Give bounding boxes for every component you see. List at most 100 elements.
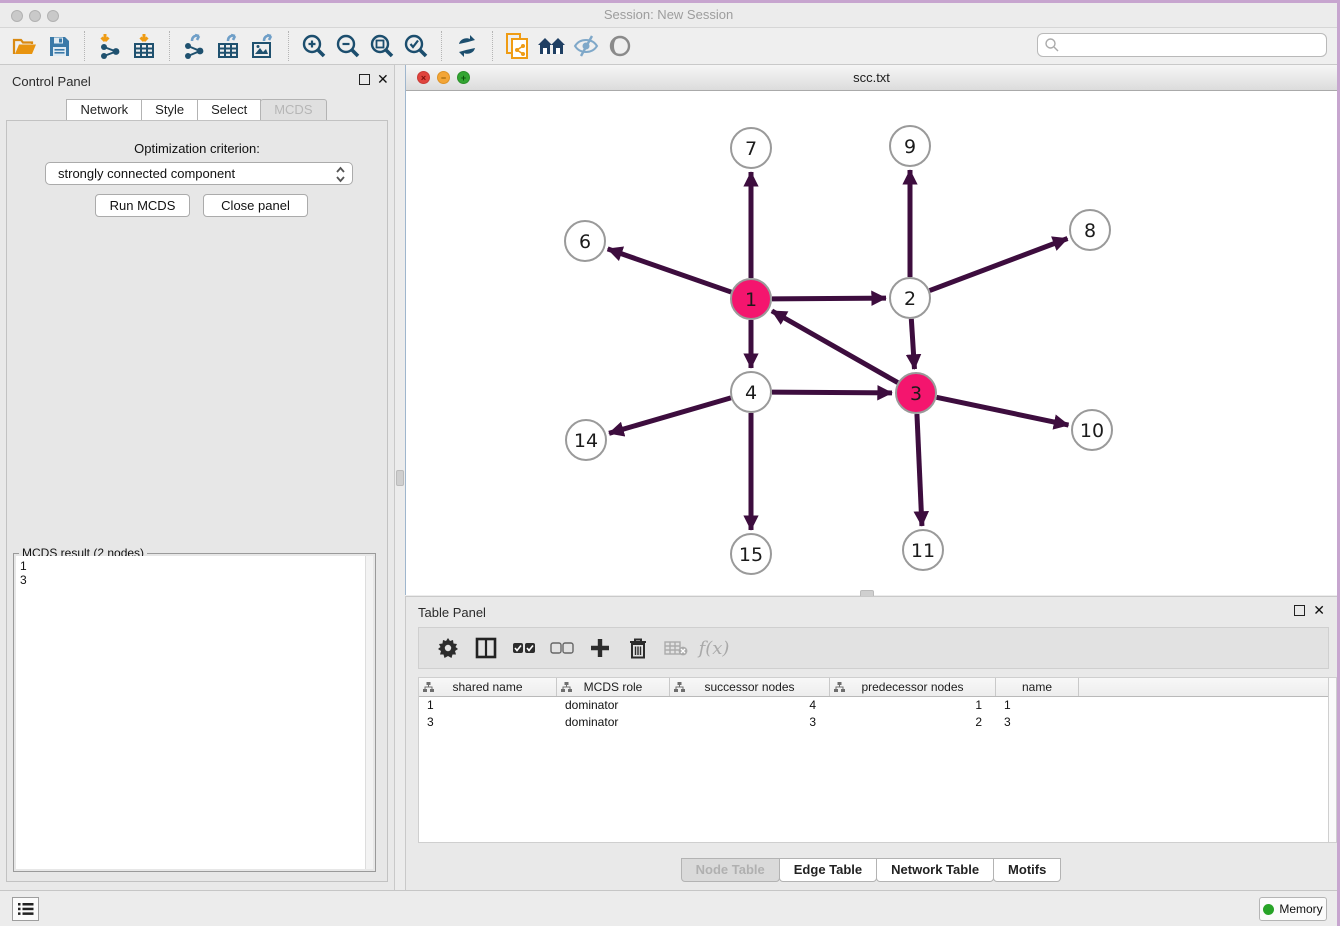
vertical-splitter-handle[interactable]	[396, 470, 404, 486]
table-row[interactable]: 1dominator411	[419, 697, 1328, 714]
node-11[interactable]: 11	[903, 530, 943, 570]
mcds-result-text[interactable]: 1 3	[16, 556, 365, 869]
show-column-panel-button[interactable]	[467, 631, 505, 665]
export-table-button[interactable]	[212, 31, 246, 61]
node-8[interactable]: 8	[1070, 210, 1110, 250]
search-input[interactable]	[1037, 33, 1327, 57]
add-column-button[interactable]	[581, 631, 619, 665]
zoom-fit-button[interactable]	[365, 31, 399, 61]
float-panel-icon[interactable]	[359, 74, 370, 85]
node-label: 10	[1080, 420, 1104, 442]
memory-button[interactable]: Memory	[1259, 897, 1327, 921]
column-header-successor-nodes[interactable]: successor nodes	[670, 678, 830, 696]
edge-2-8[interactable]	[930, 238, 1068, 290]
tab-edge-table[interactable]: Edge Table	[779, 858, 877, 882]
node-15[interactable]: 15	[731, 534, 771, 574]
node-7[interactable]: 7	[731, 128, 771, 168]
edge-3-1[interactable]	[772, 311, 898, 383]
export-image-button[interactable]	[246, 31, 280, 61]
select-all-columns-button[interactable]	[505, 631, 543, 665]
refresh-button[interactable]	[450, 31, 484, 61]
node-14[interactable]: 14	[566, 420, 606, 460]
close-table-panel-icon[interactable]: ✕	[1313, 602, 1325, 619]
node-1[interactable]: 1	[731, 279, 771, 319]
toolbar-separator	[288, 31, 289, 61]
control-panel: Control Panel ✕ NetworkStyleSelectMCDS O…	[0, 65, 395, 890]
column-header-predecessor-nodes[interactable]: predecessor nodes	[830, 678, 996, 696]
open-session-button[interactable]	[8, 31, 42, 61]
show-all-button[interactable]	[603, 31, 637, 61]
table-cell[interactable]: 4	[670, 697, 830, 714]
table-cell[interactable]: 3	[419, 714, 557, 731]
tab-style[interactable]: Style	[141, 99, 198, 121]
edge-3-10[interactable]	[937, 397, 1069, 425]
node-4[interactable]: 4	[731, 372, 771, 412]
table-scrollbar[interactable]	[1328, 677, 1337, 843]
edge-4-14[interactable]	[609, 398, 731, 433]
deselect-all-columns-button[interactable]	[543, 631, 581, 665]
optimization-criterion-select[interactable]: strongly connected component	[45, 162, 353, 185]
edge-1-6[interactable]	[608, 249, 732, 292]
float-table-panel-icon[interactable]	[1294, 605, 1305, 616]
tab-network-table[interactable]: Network Table	[876, 858, 994, 882]
save-floppy-icon	[48, 35, 71, 58]
tab-mcds[interactable]: MCDS	[260, 99, 326, 121]
export-network-button[interactable]	[178, 31, 212, 61]
node-9[interactable]: 9	[890, 126, 930, 166]
column-header-label: shared name	[419, 680, 556, 694]
table-cell[interactable]: 1	[996, 697, 1079, 714]
hide-selected-button[interactable]	[569, 31, 603, 61]
node-3[interactable]: 3	[896, 373, 936, 413]
node-2[interactable]: 2	[890, 278, 930, 318]
open-session-file-button[interactable]	[501, 31, 535, 61]
toolbar-separator	[84, 31, 85, 61]
network-canvas[interactable]: 7 9 6 8 1 2 4 3 14 10 15 11	[406, 91, 1337, 595]
node-6[interactable]: 6	[565, 221, 605, 261]
tab-node-table[interactable]: Node Table	[681, 858, 780, 882]
fx-icon: f(x)	[699, 638, 730, 659]
column-header-shared-name[interactable]: shared name	[419, 678, 557, 696]
toolbar-separator	[492, 31, 493, 61]
table-row[interactable]: 3dominator323	[419, 714, 1328, 731]
home-button[interactable]	[535, 31, 569, 61]
table-cell[interactable]: 3	[670, 714, 830, 731]
table-cell[interactable]: 3	[996, 714, 1079, 731]
tab-motifs[interactable]: Motifs	[993, 858, 1061, 882]
column-header-MCDS-role[interactable]: MCDS role	[557, 678, 670, 696]
column-header-name[interactable]: name	[996, 678, 1079, 696]
table-cell[interactable]: 1	[419, 697, 557, 714]
table-cell[interactable]: dominator	[557, 714, 670, 731]
refresh-icon	[455, 34, 479, 58]
zoom-in-button[interactable]	[297, 31, 331, 61]
delete-column-button[interactable]	[619, 631, 657, 665]
export-image-icon	[250, 33, 276, 59]
import-network-button[interactable]	[93, 31, 127, 61]
node-label: 8	[1084, 220, 1096, 242]
network-window-titlebar: × − + scc.txt	[406, 65, 1337, 91]
close-panel-button[interactable]: Close panel	[203, 194, 308, 217]
tab-network[interactable]: Network	[66, 99, 142, 121]
task-history-button[interactable]	[12, 897, 39, 921]
tab-select[interactable]: Select	[197, 99, 261, 121]
table-cell[interactable]: dominator	[557, 697, 670, 714]
save-session-button[interactable]	[42, 31, 76, 61]
checked-boxes-icon	[512, 642, 536, 654]
import-table-button[interactable]	[127, 31, 161, 61]
run-mcds-button[interactable]: Run MCDS	[95, 194, 190, 217]
edge-3-11[interactable]	[917, 414, 922, 526]
edge-2-3[interactable]	[911, 319, 914, 369]
zoom-out-button[interactable]	[331, 31, 365, 61]
table-settings-button[interactable]	[429, 631, 467, 665]
edge-1-2[interactable]	[772, 298, 886, 299]
function-builder-button-disabled: f(x)	[695, 631, 733, 665]
table-cell[interactable]: 2	[830, 714, 996, 731]
zoom-selected-button[interactable]	[399, 31, 433, 61]
mcds-result-scrollbar[interactable]	[365, 556, 373, 869]
close-panel-icon[interactable]: ✕	[377, 71, 389, 88]
node-10[interactable]: 10	[1072, 410, 1112, 450]
table-cell[interactable]: 1	[830, 697, 996, 714]
select-stepper-icon	[335, 166, 346, 186]
optimization-criterion-label: Optimization criterion:	[7, 141, 387, 156]
export-network-icon	[182, 33, 208, 59]
edge-4-3[interactable]	[772, 392, 892, 393]
